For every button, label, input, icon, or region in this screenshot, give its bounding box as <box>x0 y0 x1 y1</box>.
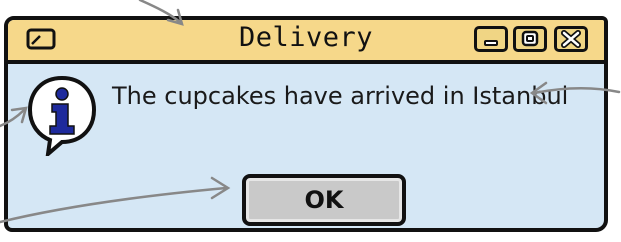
info-speech-bubble-icon <box>27 75 97 156</box>
dialog-body: The cupcakes have arrived in Istanbul OK <box>8 64 604 228</box>
minimize-button[interactable] <box>474 26 508 52</box>
message-text: The cupcakes have arrived in Istanbul <box>112 82 569 110</box>
maximize-icon <box>521 30 539 47</box>
delivery-dialog: Delivery The cupcakes have arrived in Is <box>4 16 608 232</box>
title-bar[interactable]: Delivery <box>8 20 604 64</box>
minimize-icon <box>484 40 498 46</box>
close-icon <box>561 30 581 48</box>
close-button[interactable] <box>554 26 588 52</box>
ok-button[interactable]: OK <box>242 174 406 226</box>
maximize-button[interactable] <box>513 26 547 52</box>
